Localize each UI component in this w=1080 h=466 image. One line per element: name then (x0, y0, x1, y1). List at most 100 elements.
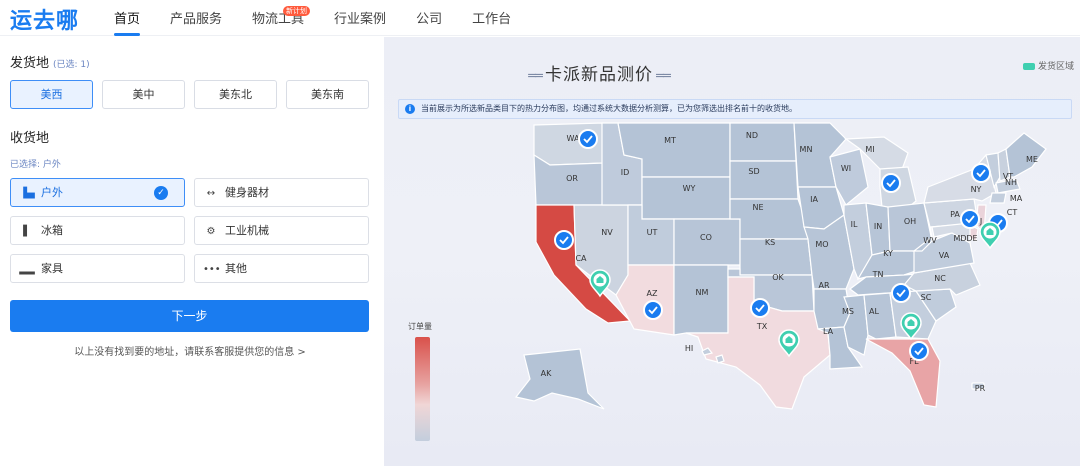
shoe-icon: ▐▄ (19, 188, 35, 199)
state-label-md: MD (953, 234, 966, 243)
state-label-nc: NC (934, 274, 946, 283)
state-label-mt: MT (664, 136, 676, 145)
state-label-hi: HI (685, 344, 693, 353)
nav-company[interactable]: 公司 (416, 0, 442, 36)
state-label-de: DE (966, 234, 977, 243)
state-label-nh: NH (1005, 178, 1017, 187)
state-label-wy: WY (683, 184, 696, 193)
state-label-tx: TX (756, 322, 768, 331)
check-icon[interactable] (554, 230, 574, 250)
state-label-wa: WA (567, 134, 580, 143)
check-icon[interactable] (971, 163, 991, 183)
category-fridge-label: 冰箱 (41, 224, 63, 237)
origin-title-text: 发货地 (10, 56, 50, 71)
state-label-pr: PR (975, 384, 986, 393)
us-heatmap: WA MTNDMN MIMEORIDWYSD WINYVTNHMACTNV UTNEIA… (514, 122, 1047, 410)
state-label-in: IN (874, 222, 882, 231)
nav-cases[interactable]: 行业案例 (334, 0, 386, 36)
more-icon: ••• (203, 264, 221, 275)
contact-support-link[interactable]: 以上没有找到要的地址，请联系客服提供您的信息 > (0, 343, 380, 358)
state-label-il: IL (851, 220, 858, 229)
state-label-ny: NY (971, 185, 982, 194)
state-label-me: ME (1026, 155, 1038, 164)
state-label-az: AZ (647, 289, 658, 298)
top-header: 运去哪 首页 产品服务 物流工具 新计划 行业案例 公司 工作台 (0, 0, 1080, 36)
origin-option-northeast[interactable]: 美东北 (194, 80, 277, 109)
dumbbell-icon: ↔ (206, 188, 216, 199)
logo[interactable]: 运去哪 (10, 3, 79, 35)
category-fridge[interactable]: ▌ 冰箱 (10, 216, 185, 245)
selection-panel: 发货地 (已选: 1) 美西 美中 美东北 美东南 收货地 已选择: 户外 ▐▄ 户… (0, 37, 384, 466)
fridge-icon: ▌ (23, 226, 31, 237)
state-label-sc: SC (921, 293, 932, 302)
state-label-wv: WV (923, 236, 937, 245)
state-KS[interactable] (739, 238, 813, 276)
destination-title: 收货地 (10, 131, 50, 146)
main-nav: 首页 产品服务 物流工具 新计划 行业案例 公司 工作台 (114, 0, 541, 36)
nav-home[interactable]: 首页 (114, 0, 141, 36)
origin-option-west[interactable]: 美西 (10, 80, 93, 109)
state-label-va: VA (939, 251, 950, 260)
check-icon[interactable] (578, 129, 598, 149)
state-label-or: OR (566, 174, 578, 183)
state-FL[interactable] (865, 338, 941, 408)
check-icon[interactable] (909, 341, 929, 361)
state-label-al: AL (869, 307, 879, 316)
check-icon[interactable] (891, 283, 911, 303)
check-icon[interactable] (960, 209, 980, 229)
state-NM[interactable] (673, 264, 729, 336)
state-label-ak: AK (541, 369, 552, 378)
origin-option-southeast[interactable]: 美东南 (286, 80, 369, 109)
state-ND[interactable] (729, 122, 797, 162)
nav-products[interactable]: 产品服务 (170, 0, 222, 36)
category-outdoor[interactable]: ▐▄ 户外 ✓ (10, 178, 185, 207)
state-HI-2[interactable] (715, 354, 725, 364)
category-furniture-label: 家具 (41, 262, 63, 275)
category-outdoor-label: 户外 (41, 186, 63, 199)
category-machinery[interactable]: ⚙ 工业机械 (194, 216, 369, 245)
state-label-ct: CT (1007, 208, 1018, 217)
state-NE[interactable] (729, 198, 809, 240)
state-label-oh: OH (904, 217, 916, 226)
state-label-pa: PA (950, 210, 960, 219)
nav-logistics-tools[interactable]: 物流工具 新计划 (252, 0, 311, 36)
heat-scale-label: 订单量 (408, 322, 432, 331)
state-label-co: CO (700, 233, 712, 242)
state-label-sd: SD (748, 167, 759, 176)
check-icon[interactable] (750, 298, 770, 318)
state-SD[interactable] (729, 160, 799, 200)
state-label-id: ID (621, 168, 630, 177)
state-label-ar: AR (818, 281, 829, 290)
state-label-nm: NM (696, 288, 709, 297)
destination-selected-note: 已选择: 户外 (10, 160, 61, 170)
warehouse-pin-icon[interactable] (979, 221, 1001, 250)
category-fitness[interactable]: ↔ 健身器材 (194, 178, 369, 207)
category-other-label: 其他 (225, 262, 247, 275)
state-label-nd: ND (746, 131, 758, 140)
check-icon[interactable] (643, 300, 663, 320)
state-label-ok: OK (772, 273, 784, 282)
check-icon[interactable] (881, 173, 901, 193)
state-label-ut: UT (647, 228, 658, 237)
state-CT[interactable] (989, 192, 1007, 204)
state-label-ne: NE (752, 203, 763, 212)
origin-option-central[interactable]: 美中 (102, 80, 185, 109)
category-furniture[interactable]: ▂▂ 家具 (10, 254, 185, 283)
next-step-button[interactable]: 下一步 (10, 300, 369, 332)
category-fitness-label: 健身器材 (225, 186, 269, 199)
origin-selected-count: (已选: 1) (53, 60, 90, 70)
state-label-ms: MS (842, 307, 854, 316)
check-icon: ✓ (154, 186, 168, 200)
state-label-nv: NV (601, 228, 613, 237)
state-label-la: LA (823, 327, 834, 336)
state-AK[interactable] (514, 348, 605, 410)
category-other[interactable]: ••• 其他 (194, 254, 369, 283)
state-label-wi: WI (841, 164, 851, 173)
heatmap-panel: ══ 卡派新品测价 ══ 发货区域 i 当前展示为所选新品类目下的热力分布图，均… (384, 37, 1080, 466)
nav-workbench[interactable]: 工作台 (472, 0, 511, 36)
state-label-mn: MN (800, 145, 813, 154)
state-CO[interactable] (673, 218, 741, 266)
state-label-ia: IA (810, 195, 818, 204)
gear-icon: ⚙ (206, 226, 216, 237)
category-machinery-label: 工业机械 (225, 224, 269, 237)
